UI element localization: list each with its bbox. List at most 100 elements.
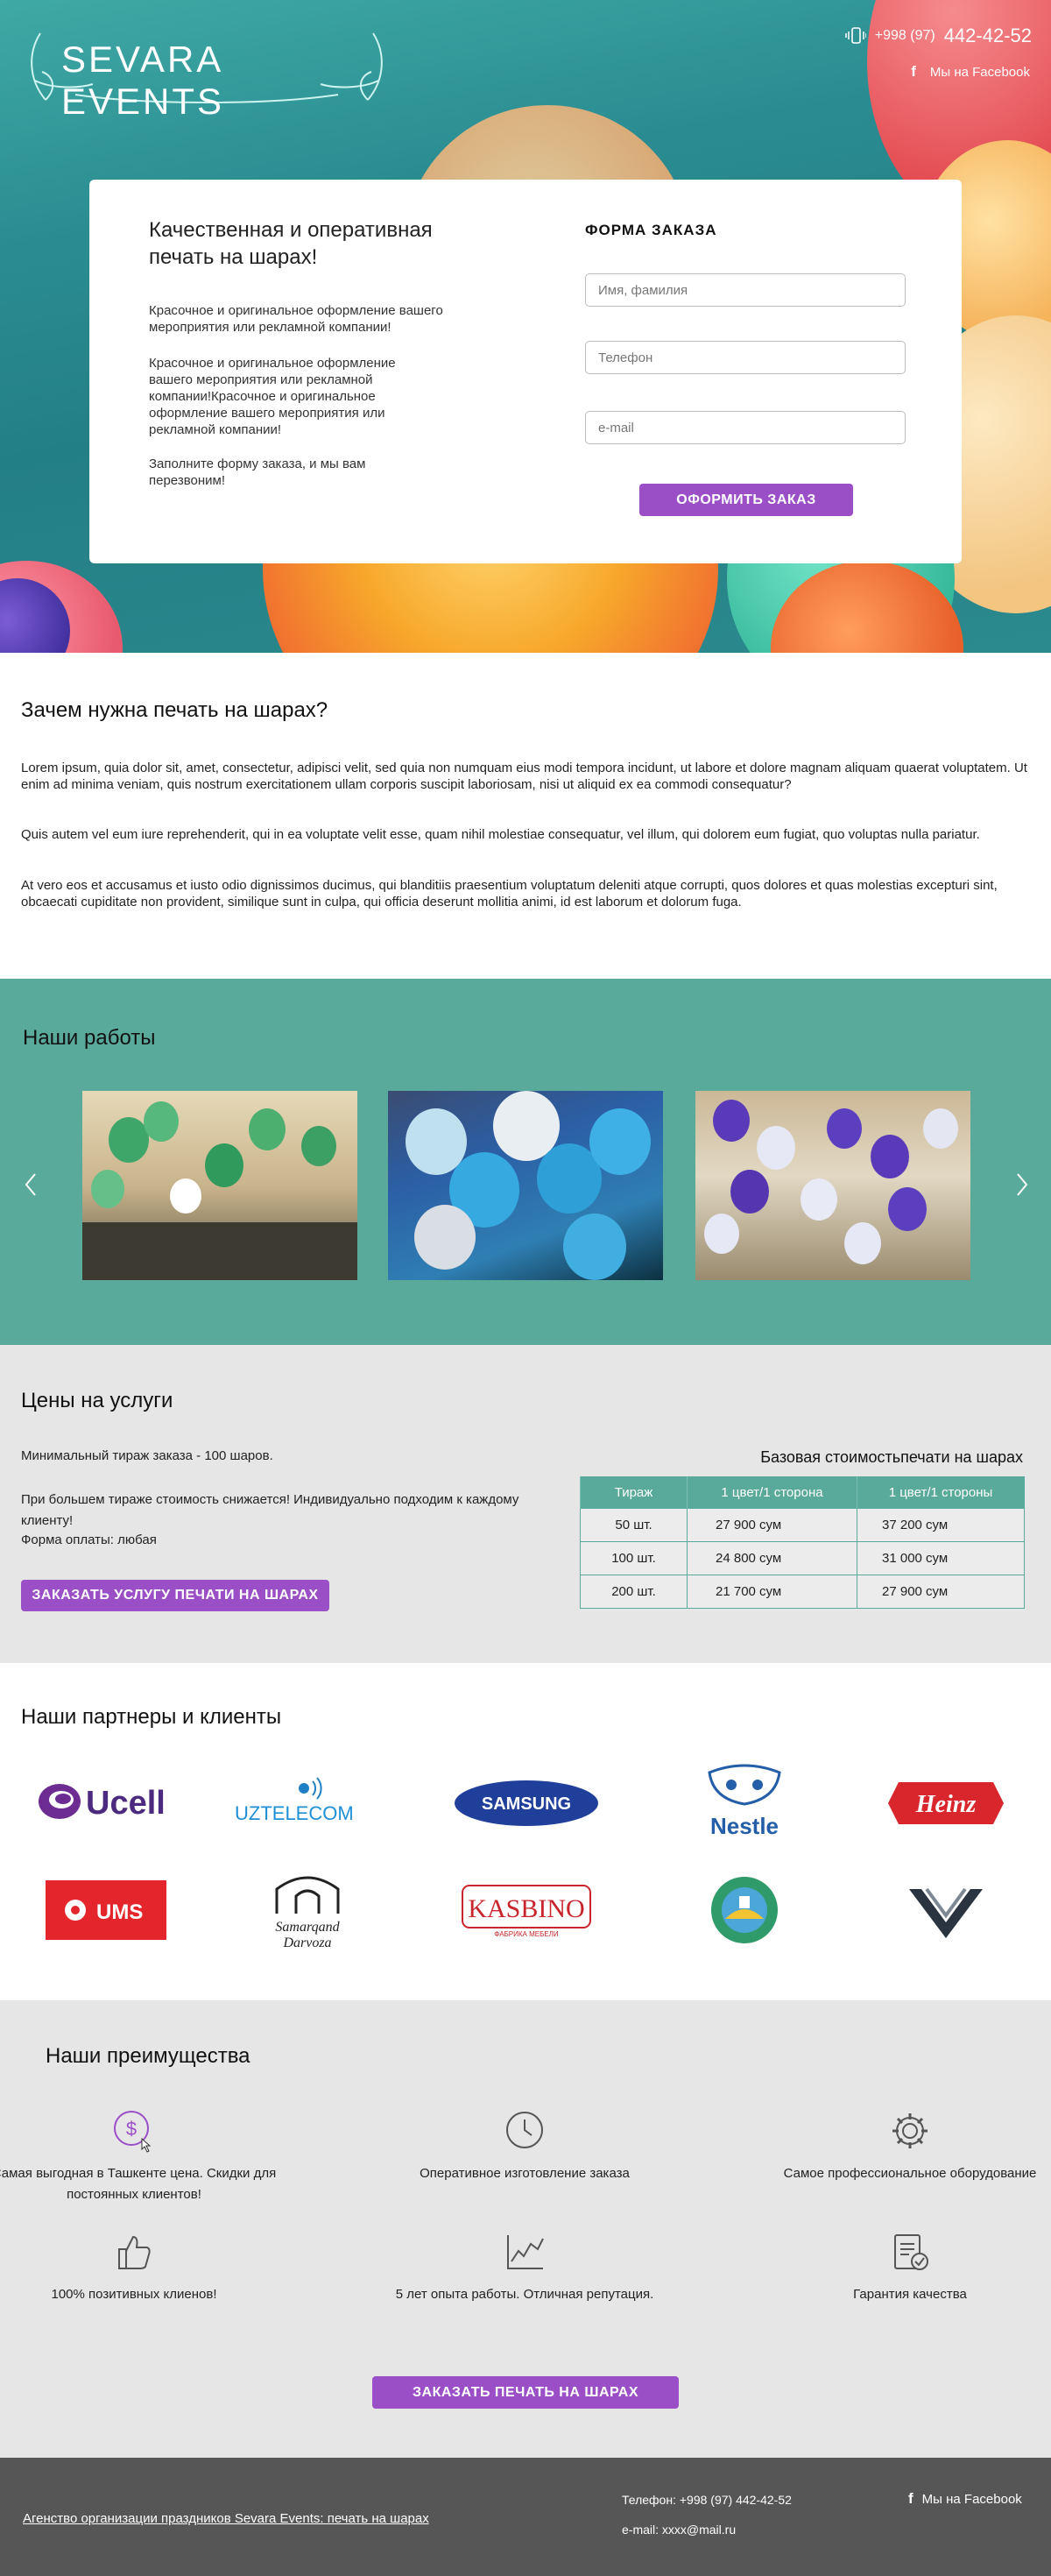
section-title: Цены на услуги — [21, 1389, 173, 1412]
facebook-icon: f — [908, 2490, 913, 2507]
hero-text: Заполните форму заказа, и мы вам перезво… — [149, 456, 366, 488]
advantage-label: 100% позитивных клиенов! — [51, 2287, 217, 2302]
emblem-logo-icon — [711, 1877, 778, 1943]
partner-logo-samsung[interactable]: SAMSUNG — [452, 1777, 601, 1829]
carousel-next-button[interactable] — [1009, 1167, 1035, 1202]
table-cell: 200 шт. — [580, 1575, 688, 1609]
table-row: 50 шт. 27 900 сум 37 200 сум — [580, 1508, 1025, 1542]
hero-text: Красочное и оригинальное оформление ваше… — [149, 356, 396, 437]
chevron-left-icon — [25, 1173, 36, 1196]
table-cell: 37 200 сум — [857, 1508, 1025, 1542]
partner-logo-v[interactable] — [902, 1884, 990, 1942]
table-header: 1 цвет/1 сторона — [687, 1476, 857, 1509]
why-paragraph: Quis autem vel eum iure reprehenderit, q… — [21, 827, 980, 842]
v-logo-icon — [909, 1887, 983, 1938]
kasbino-logo-icon: KASBINO ФАБРИКА МЕБЕЛИ — [462, 1885, 591, 1938]
hero-card: Качественная и оперативная печать на шар… — [89, 180, 962, 563]
min-order-text: Минимальный тираж заказа - 100 шаров. — [21, 1448, 273, 1463]
header-facebook-link[interactable]: f Мы на Facebook — [911, 63, 1030, 81]
samarqand-darvoza-logo-icon: Samarqand Darvoza — [275, 1876, 341, 1950]
facebook-label: Мы на Facebook — [921, 2491, 1022, 2507]
why-paragraph: Lorem ipsum, quia dolor sit, amet, conse… — [21, 761, 1027, 792]
section-title: Наши партнеры и клиенты — [21, 1705, 282, 1729]
advantage-label: Оперативное изготовление заказа — [420, 2166, 630, 2181]
svg-text:Heinz: Heinz — [915, 1791, 977, 1818]
svg-text:UZTELECOM: UZTELECOM — [235, 1802, 354, 1824]
partner-logo-nestle[interactable]: Nestle — [692, 1764, 797, 1843]
svg-text:Samarqand: Samarqand — [275, 1920, 340, 1935]
hero-section: SEVARA EVENTS +998 (97) 442-42-52 f Мы н… — [0, 0, 1051, 653]
ucell-logo-icon: Ucell — [39, 1784, 166, 1822]
advantage-item: $ Самая выгодная в Ташкенте цена. Скидки… — [0, 2109, 279, 2205]
price-table-title: Базовая стоимостьпечати на шарах — [760, 1448, 1023, 1466]
footer-phone: Телефон: +998 (97) 442-42-52 — [622, 2493, 792, 2507]
discount-text: При большем тираже стоимость снижается! … — [21, 1492, 519, 1528]
table-cell: 21 700 сум — [687, 1575, 857, 1609]
order-form-title: ФОРМА ЗАКАЗА — [585, 222, 717, 238]
dollar-icon: $ — [112, 2109, 156, 2153]
facebook-icon: f — [911, 63, 916, 80]
why-section: Зачем нужна печать на шарах? Lorem ipsum… — [0, 653, 1051, 979]
site-logo[interactable]: SEVARA EVENTS — [23, 26, 391, 122]
work-photo[interactable] — [82, 1091, 357, 1280]
order-printing-button[interactable]: ЗАКАЗАТЬ ПЕЧАТЬ НА ШАРАХ — [372, 2376, 679, 2409]
partner-logo-ucell[interactable]: Ucell — [35, 1773, 184, 1830]
advantage-item: Гарантия качества — [765, 2230, 1051, 2305]
section-title: Наши преимущества — [46, 2044, 250, 2068]
name-input[interactable] — [585, 273, 906, 307]
work-photo[interactable] — [388, 1091, 663, 1280]
advantage-item: Самое профессиональное оборудование — [765, 2109, 1051, 2184]
section-title: Зачем нужна печать на шарах? — [21, 698, 328, 722]
work-photo[interactable] — [695, 1091, 970, 1280]
facebook-label: Мы на Facebook — [929, 64, 1030, 80]
partner-logo-uztelecom[interactable]: UZTELECOM — [229, 1773, 378, 1830]
payment-text: Форма оплаты: любая — [21, 1532, 157, 1547]
heinz-logo-icon: Heinz — [888, 1782, 1004, 1824]
svg-text:ФАБРИКА МЕБЕЛИ: ФАБРИКА МЕБЕЛИ — [494, 1930, 559, 1938]
table-cell: 27 900 сум — [857, 1575, 1025, 1609]
samsung-logo-icon: SAMSUNG — [455, 1780, 598, 1826]
footer-facebook-link[interactable]: f Мы на Facebook — [908, 2490, 1022, 2508]
advantage-item: Оперативное изготовление заказа — [380, 2109, 669, 2184]
order-service-button[interactable]: ЗАКАЗАТЬ УСЛУГУ ПЕЧАТИ НА ШАРАХ — [21, 1580, 329, 1611]
email-input[interactable] — [585, 411, 906, 444]
carousel-prev-button[interactable] — [18, 1167, 44, 1202]
partner-logo-ums[interactable]: UMS — [46, 1880, 166, 1940]
thumbs-up-icon — [112, 2230, 156, 2274]
chevron-right-icon — [1017, 1173, 1028, 1196]
uztelecom-logo-icon: UZTELECOM — [235, 1777, 354, 1824]
hero-text: Красочное и оригинальное оформление ваше… — [149, 303, 443, 335]
table-cell: 50 шт. — [580, 1508, 688, 1542]
partner-logo-kasbino[interactable]: KASBINO ФАБРИКА МЕБЕЛИ — [461, 1884, 592, 1938]
table-cell: 24 800 сум — [687, 1541, 857, 1575]
why-paragraph: At vero eos et accusamus et iusto odio d… — [21, 878, 998, 909]
svg-text:Ucell: Ucell — [86, 1785, 166, 1822]
footer-agency-link[interactable]: Агенство организации праздников Sevara E… — [23, 2511, 429, 2526]
footer: Агенство организации праздников Sevara E… — [0, 2458, 1051, 2576]
table-header: Тираж — [580, 1476, 688, 1509]
nestle-logo-icon: Nestle — [708, 1764, 781, 1839]
table-row: 200 шт. 21 700 сум 27 900 сум — [580, 1575, 1025, 1609]
svg-text:$: $ — [126, 2118, 137, 2140]
table-cell: 27 900 сум — [687, 1508, 857, 1542]
advantage-item: 5 лет опыта работы. Отличная репутация. — [380, 2230, 669, 2305]
partner-logo-heinz[interactable]: Heinz — [885, 1777, 1007, 1829]
partners-section: Наши партнеры и клиенты Ucell UZTELECOM … — [0, 1663, 1051, 2000]
hero-title: Качественная и оперативная печать на шар… — [149, 218, 433, 269]
logo-text: SEVARA EVENTS — [61, 39, 225, 122]
advantage-label: Самая выгодная в Ташкенте цена. Скидки д… — [0, 2166, 277, 2202]
header-phone[interactable]: +998 (97) 442-42-52 — [845, 25, 1032, 47]
section-title: Наши работы — [23, 1026, 156, 1050]
svg-text:UMS: UMS — [96, 1900, 143, 1924]
phone-input[interactable] — [585, 341, 906, 374]
svg-text:Nestle: Nestle — [710, 1813, 779, 1839]
table-cell: 31 000 сум — [857, 1541, 1025, 1575]
table-row: 100 шт. 24 800 сум 31 000 сум — [580, 1541, 1025, 1575]
footer-email[interactable]: e-mail: xxxx@mail.ru — [622, 2523, 736, 2537]
advantage-label: 5 лет опыта работы. Отличная репутация. — [395, 2287, 654, 2302]
submit-order-button[interactable]: ОФОРМИТЬ ЗАКАЗ — [639, 484, 853, 516]
partner-logo-samarqand-darvoza[interactable]: Samarqand Darvoza — [250, 1870, 364, 1950]
svg-text:SAMSUNG: SAMSUNG — [482, 1794, 571, 1814]
table-header: 1 цвет/1 стороны — [857, 1476, 1025, 1509]
partner-logo-emblem[interactable] — [701, 1873, 788, 1947]
